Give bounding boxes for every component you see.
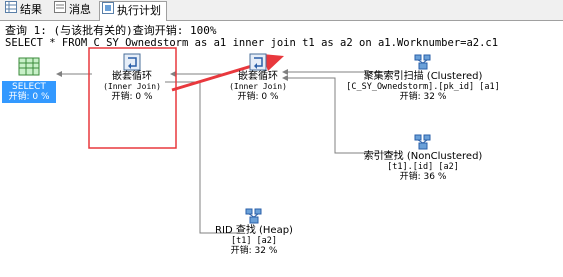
plan-node-index-seek[interactable]: 索引查找 (NonClustered) [t1].[id] [a2] 开销: 3… [348, 132, 498, 182]
index-seek-cost: 开销: 36 % [399, 172, 447, 182]
select-icon [18, 57, 40, 77]
nested-loop-icon [122, 52, 142, 72]
plan-node-nested-loop-1[interactable]: 嵌套循环 (Inner Join) 开销: 0 % [92, 52, 172, 102]
clustered-index-scan-object: [C_SY_Ownedstorm].[pk_id] [a1] [346, 82, 500, 92]
clustered-index-scan-cost: 开销: 32 % [399, 92, 447, 102]
index-seek-object: [t1].[id] [a2] [387, 162, 459, 172]
connector-arrowhead [56, 71, 62, 77]
select-label: SELECT [12, 82, 46, 92]
rid-lookup-cost: 开销: 32 % [230, 246, 278, 256]
nested-loop-1-cost: 开销: 0 % [111, 92, 153, 102]
nested-loop-icon [248, 52, 268, 72]
index-seek-label: 索引查找 (NonClustered) [363, 151, 483, 162]
plan-node-select[interactable]: SELECT 开销: 0 % [2, 57, 56, 103]
nested-loop-2-cost: 开销: 0 % [237, 92, 279, 102]
nested-loop-1-join-type: (Inner Join) [103, 82, 161, 91]
plan-node-nested-loop-2[interactable]: 嵌套循环 (Inner Join) 开销: 0 % [218, 52, 298, 102]
rid-lookup-icon [243, 206, 265, 226]
rid-lookup-object: [t1] [a2] [230, 236, 278, 246]
index-seek-icon [412, 132, 434, 152]
nested-loop-1-label: 嵌套循环 [112, 71, 152, 82]
nested-loop-2-label: 嵌套循环 [238, 71, 278, 82]
plan-node-clustered-index-scan[interactable]: 聚集索引扫描 (Clustered) [C_SY_Ownedstorm].[pk… [330, 52, 516, 102]
clustered-index-scan-label: 聚集索引扫描 (Clustered) [363, 71, 483, 82]
nested-loop-2-join-type: (Inner Join) [229, 82, 287, 91]
plan-node-rid-lookup[interactable]: RID 查找 (Heap) [t1] [a2] 开销: 32 % [208, 206, 300, 256]
clustered-index-scan-icon [412, 52, 434, 72]
select-cost: 开销: 0 % [8, 92, 50, 102]
rid-lookup-label: RID 查找 (Heap) [215, 225, 293, 236]
